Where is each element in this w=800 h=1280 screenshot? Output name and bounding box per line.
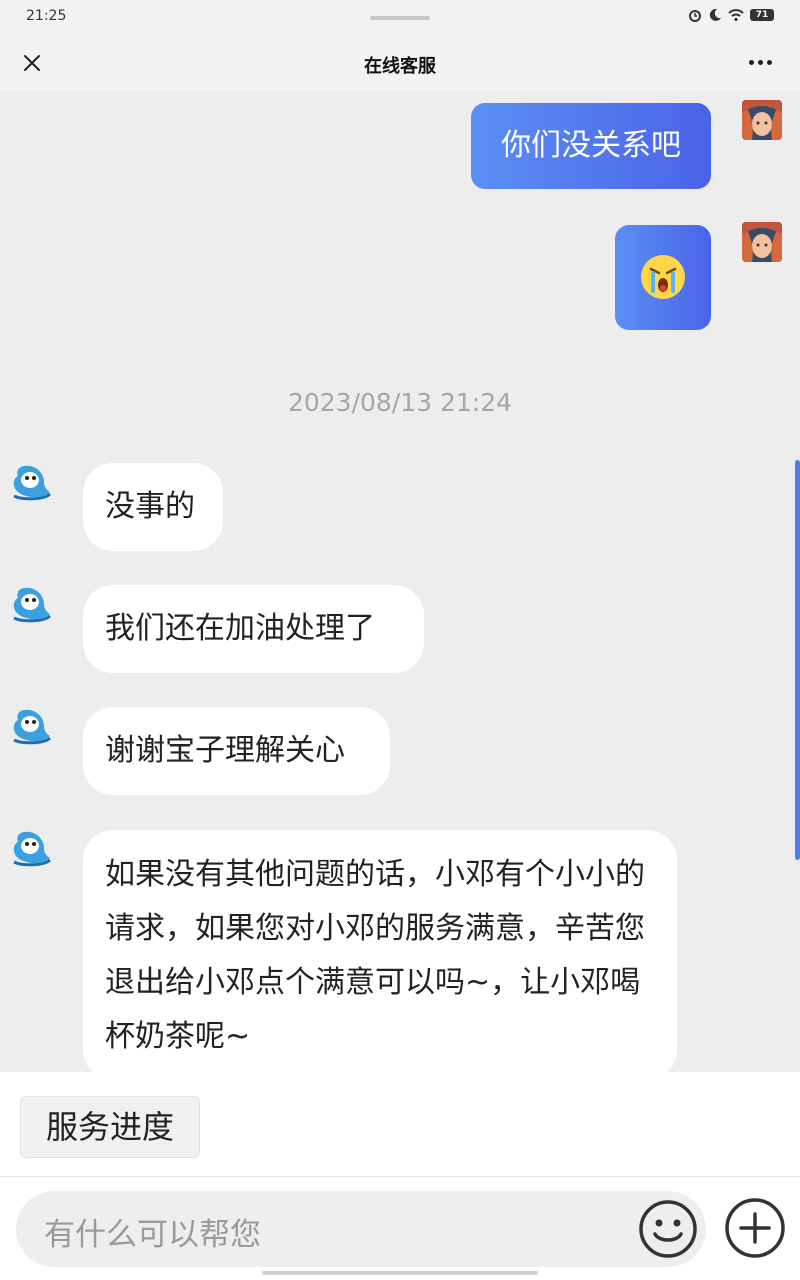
chat-area[interactable]: 你们没关系吧 2023/08/13 21:24 没事的 我们还在加油处理了 谢谢… bbox=[0, 90, 800, 1072]
message-text: 如果没有其他问题的话，小邓有个小小的请求，如果您对小邓的服务满意，辛苦您退出给小… bbox=[105, 857, 645, 1054]
wifi-icon bbox=[728, 9, 744, 22]
message-text: 没事的 bbox=[105, 489, 195, 524]
outgoing-message[interactable]: 你们没关系吧 bbox=[471, 103, 711, 189]
service-progress-button[interactable]: 服务进度 bbox=[20, 1096, 200, 1158]
crying-face-emoji-icon bbox=[641, 255, 685, 299]
input-placeholder: 有什么可以帮您 bbox=[44, 1217, 261, 1253]
message-text: 我们还在加油处理了 bbox=[105, 611, 375, 646]
more-options-icon[interactable] bbox=[749, 60, 772, 65]
input-bar: 有什么可以帮您 bbox=[0, 1177, 800, 1280]
message-text: 谢谢宝子理解关心 bbox=[105, 733, 345, 768]
incoming-message[interactable]: 谢谢宝子理解关心 bbox=[83, 707, 390, 795]
agent-avatar[interactable] bbox=[10, 460, 54, 504]
dolphin-icon bbox=[13, 709, 52, 745]
user-avatar[interactable] bbox=[742, 100, 782, 140]
nav-bar: 在线客服 bbox=[0, 36, 800, 90]
outgoing-emoji-message[interactable] bbox=[615, 225, 711, 330]
incoming-message[interactable]: 如果没有其他问题的话，小邓有个小小的请求，如果您对小邓的服务满意，辛苦您退出给小… bbox=[83, 830, 677, 1072]
incoming-message[interactable]: 我们还在加油处理了 bbox=[83, 585, 424, 673]
battery-indicator: 71 bbox=[750, 9, 774, 21]
home-indicator bbox=[262, 1271, 538, 1275]
message-text: 你们没关系吧 bbox=[501, 128, 681, 163]
alarm-icon bbox=[689, 10, 701, 22]
moon-icon bbox=[709, 8, 721, 21]
incoming-message[interactable]: 没事的 bbox=[83, 463, 223, 551]
message-input[interactable]: 有什么可以帮您 bbox=[16, 1191, 706, 1267]
plus-icon[interactable] bbox=[724, 1197, 786, 1259]
status-bar: 21:25 71 bbox=[0, 0, 800, 36]
status-time: 21:25 bbox=[26, 8, 67, 24]
message-timestamp: 2023/08/13 21:24 bbox=[287, 388, 513, 417]
dolphin-icon bbox=[13, 587, 52, 623]
window-handle bbox=[370, 16, 430, 20]
scrollbar[interactable] bbox=[795, 460, 800, 860]
page-title: 在线客服 bbox=[364, 56, 436, 77]
user-avatar[interactable] bbox=[742, 222, 782, 262]
dolphin-icon bbox=[13, 465, 52, 501]
status-icons: 71 bbox=[688, 8, 774, 22]
agent-avatar[interactable] bbox=[10, 704, 54, 748]
agent-avatar[interactable] bbox=[10, 826, 54, 870]
dolphin-icon bbox=[13, 831, 52, 867]
agent-avatar[interactable] bbox=[10, 582, 54, 626]
emoji-icon[interactable] bbox=[638, 1199, 698, 1259]
quick-actions-bar: 服务进度 bbox=[0, 1072, 800, 1177]
